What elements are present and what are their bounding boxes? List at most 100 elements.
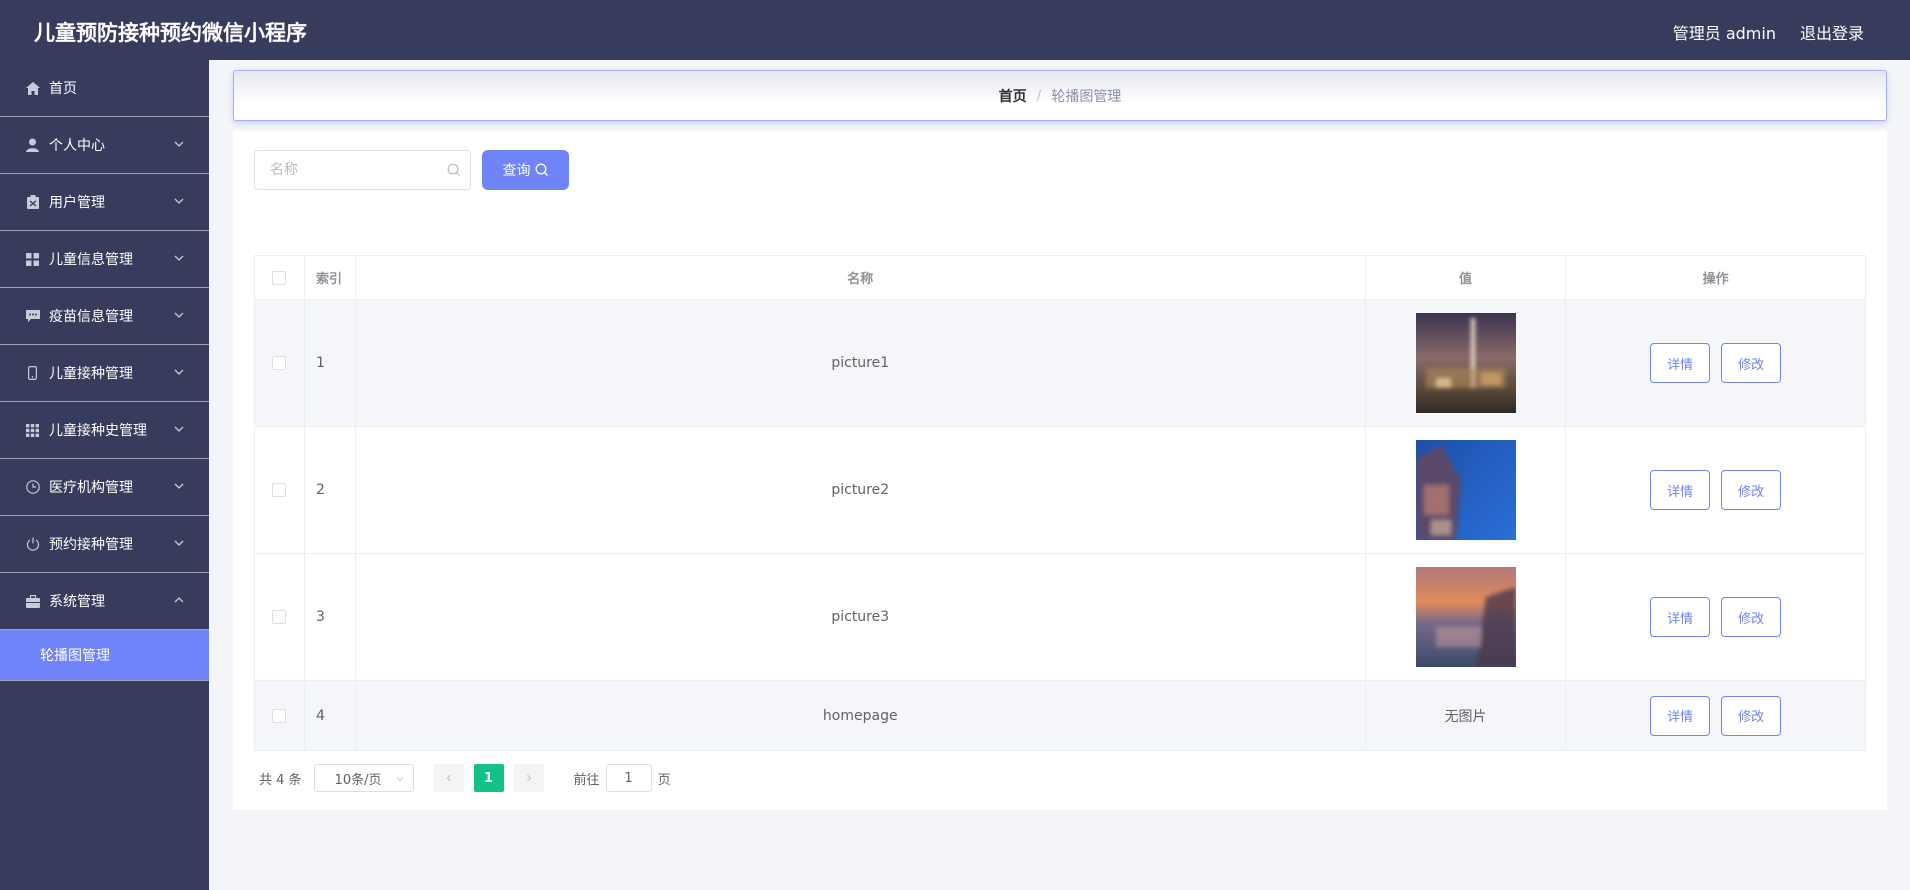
carousel-image-thumbnail[interactable]	[1415, 440, 1516, 540]
edit-button[interactable]: 修改	[1721, 470, 1782, 510]
apps-icon	[25, 423, 40, 438]
pagination-total: 共 4 条	[259, 772, 302, 788]
sidebar-item-label: 个人中心	[49, 138, 105, 154]
app-title: 儿童预防接种预约微信小程序	[34, 21, 307, 45]
sidebar-item-label: 首页	[49, 81, 77, 97]
row-name: picture1	[356, 300, 1366, 426]
sidebar-item-system-management[interactable]: 系统管理	[0, 573, 209, 630]
row-name: picture2	[356, 427, 1366, 553]
phone-icon	[25, 366, 40, 381]
detail-button[interactable]: 详情	[1650, 695, 1711, 736]
sidebar-item-appointment[interactable]: 预约接种管理	[0, 516, 209, 573]
row-index: 1	[305, 300, 356, 426]
row-checkbox[interactable]	[272, 356, 287, 370]
column-header-value: 值	[1366, 256, 1567, 299]
search-icon	[447, 163, 460, 176]
clock-icon	[25, 480, 40, 495]
sidebar-item-user-management[interactable]: 用户管理	[0, 174, 209, 231]
logout-button[interactable]: 退出登录	[1800, 20, 1864, 44]
chevron-down-icon	[174, 483, 184, 489]
chevron-down-icon	[174, 540, 184, 546]
page-size-select[interactable]: 10条/页	[313, 764, 414, 792]
carousel-image-thumbnail[interactable]	[1415, 567, 1516, 667]
table-row: 4 homepage 无图片 详情 修改	[255, 681, 1865, 750]
sidebar-item-label: 儿童信息管理	[49, 252, 133, 268]
top-header: 儿童预防接种预约微信小程序 管理员 admin 退出登录	[0, 0, 1910, 60]
sidebar-item-label: 用户管理	[49, 195, 105, 211]
next-page-button[interactable]	[513, 764, 544, 792]
table-row: 3 picture3 详情 修改	[255, 554, 1865, 681]
query-button[interactable]: 查询	[482, 150, 569, 190]
sidebar-item-vaccine-info[interactable]: 疫苗信息管理	[0, 288, 209, 345]
chat-icon	[25, 309, 40, 324]
sidebar-item-label: 预约接种管理	[49, 537, 133, 553]
goto-page-input[interactable]	[605, 764, 652, 792]
home-icon	[25, 81, 40, 96]
column-header-name: 名称	[356, 256, 1366, 299]
sidebar-item-personal-center[interactable]: 个人中心	[0, 117, 209, 174]
sidebar-item-home[interactable]: 首页	[0, 60, 209, 117]
chevron-down-icon	[174, 141, 184, 147]
query-button-label: 查询	[502, 163, 531, 179]
sidebar: 首页 个人中心 用户管理 儿童信息管理 疫苗信息管理 儿童接种管理 儿童接种史管…	[0, 60, 209, 890]
row-name: picture3	[356, 554, 1366, 680]
row-name: homepage	[356, 681, 1366, 750]
chevron-right-icon	[526, 774, 531, 782]
sidebar-item-label: 医疗机构管理	[49, 480, 133, 496]
sidebar-item-child-info[interactable]: 儿童信息管理	[0, 231, 209, 288]
row-checkbox[interactable]	[272, 708, 287, 723]
no-image-label: 无图片	[1366, 681, 1567, 750]
content-panel: 查询 索引 名称 值 操作 1 picture1	[233, 131, 1887, 810]
breadcrumb-home[interactable]: 首页	[999, 86, 1027, 106]
admin-user-label[interactable]: 管理员 admin	[1673, 20, 1776, 44]
clipboard-icon	[25, 195, 40, 210]
briefcase-icon	[25, 594, 40, 609]
row-index: 3	[305, 554, 356, 680]
row-checkbox[interactable]	[272, 610, 287, 624]
chevron-down-icon	[174, 255, 184, 261]
select-all-checkbox[interactable]	[272, 270, 287, 285]
chevron-down-icon	[174, 426, 184, 432]
detail-button[interactable]: 详情	[1650, 597, 1711, 637]
chevron-down-icon	[174, 369, 184, 375]
page-number-current[interactable]: 1	[473, 764, 504, 792]
header-actions: 管理员 admin 退出登录	[1673, 20, 1864, 44]
sidebar-item-medical-institution[interactable]: 医疗机构管理	[0, 459, 209, 516]
row-index: 2	[305, 427, 356, 553]
column-header-actions: 操作	[1702, 272, 1729, 287]
sidebar-item-label: 疫苗信息管理	[49, 309, 133, 325]
chevron-left-icon	[446, 774, 451, 782]
edit-button[interactable]: 修改	[1721, 695, 1782, 736]
sidebar-item-label: 儿童接种管理	[49, 366, 133, 382]
sidebar-item-vaccination-history[interactable]: 儿童接种史管理	[0, 402, 209, 459]
row-index: 4	[305, 681, 356, 750]
page-size-value: 10条/页	[334, 772, 382, 788]
search-field	[254, 150, 471, 190]
column-header-index: 索引	[305, 256, 356, 299]
chevron-up-icon	[174, 597, 184, 603]
table-row: 1 picture1 详情 修改	[255, 300, 1865, 427]
grid-icon	[25, 252, 40, 267]
breadcrumb-current: 轮播图管理	[1051, 88, 1122, 105]
user-icon	[25, 138, 40, 153]
chevron-down-icon	[174, 312, 184, 318]
edit-button[interactable]: 修改	[1721, 343, 1782, 383]
detail-button[interactable]: 详情	[1650, 470, 1711, 510]
sidebar-item-child-vaccination[interactable]: 儿童接种管理	[0, 345, 209, 402]
carousel-image-thumbnail[interactable]	[1415, 313, 1516, 413]
search-icon	[535, 163, 548, 176]
edit-button[interactable]: 修改	[1721, 597, 1782, 637]
sidebar-subitem-carousel[interactable]: 轮播图管理	[0, 630, 209, 681]
goto-label: 前往	[573, 772, 600, 788]
search-input[interactable]	[255, 151, 435, 189]
power-icon	[25, 537, 40, 552]
sidebar-item-label: 儿童接种史管理	[49, 423, 147, 439]
detail-button[interactable]: 详情	[1650, 343, 1711, 383]
chevron-down-icon	[396, 777, 403, 782]
prev-page-button[interactable]	[433, 764, 464, 792]
pagination: 共 4 条 10条/页 1 前往 页	[259, 763, 671, 793]
breadcrumb: 首页 / 轮播图管理	[233, 70, 1887, 121]
chevron-down-icon	[174, 198, 184, 204]
breadcrumb-separator: /	[1036, 87, 1042, 104]
row-checkbox[interactable]	[272, 483, 287, 497]
